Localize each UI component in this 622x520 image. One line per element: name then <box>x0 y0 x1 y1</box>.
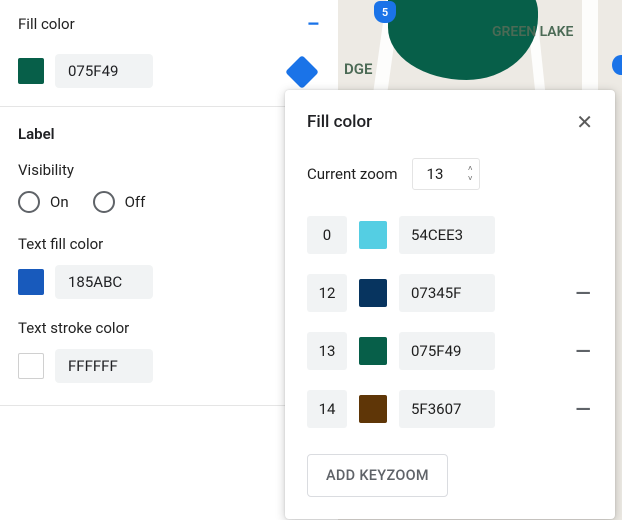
current-zoom-control: Current zoom 13 ˄ ˅ <box>307 158 593 190</box>
text-fill-label: Text fill color <box>18 235 320 253</box>
map-polygon <box>388 0 538 80</box>
remove-stop-icon[interactable]: — <box>573 397 593 421</box>
text-stroke-swatch[interactable] <box>18 353 44 379</box>
map-label-green-lake: GREEN LAKE <box>492 24 573 40</box>
zoom-stop-zoom[interactable]: 14 <box>307 390 347 428</box>
fill-color-popover: Fill color ✕ Current zoom 13 ˄ ˅ 0 54CEE3… <box>285 90 615 519</box>
zoom-stop-hex[interactable]: 54CEE3 <box>399 216 495 254</box>
zoom-stop-zoom[interactable]: 0 <box>307 216 347 254</box>
zoom-value: 13 <box>427 165 444 183</box>
text-fill-swatch[interactable] <box>18 269 44 295</box>
zoom-stop-row: 12 07345F — <box>307 274 593 312</box>
fill-color-title: Fill color <box>18 15 75 33</box>
zoom-stops-list: 0 54CEE3 12 07345F — 13 075F49 — 14 5F3607 — <box>307 216 593 428</box>
zoom-stop-zoom[interactable]: 13 <box>307 332 347 370</box>
zoom-stop-swatch[interactable] <box>359 337 387 365</box>
zoom-stop-swatch[interactable] <box>359 221 387 249</box>
radio-on-label: On <box>50 193 69 211</box>
radio-off[interactable] <box>93 191 115 213</box>
zoom-stepper[interactable]: 13 ˄ ˅ <box>412 158 480 190</box>
zoom-stop-hex[interactable]: 07345F <box>399 274 495 312</box>
collapse-icon[interactable]: − <box>307 12 321 36</box>
zoom-stop-row: 14 5F3607 — <box>307 390 593 428</box>
text-stroke-label: Text stroke color <box>18 319 320 337</box>
fill-color-value: 075F49 <box>18 54 320 88</box>
chevron-up-icon[interactable]: ˄ <box>468 165 473 173</box>
text-stroke-value: FFFFFF <box>18 349 320 383</box>
stepper-arrows[interactable]: ˄ ˅ <box>468 165 473 183</box>
add-keyzoom-button[interactable]: ADD KEYZOOM <box>307 454 448 497</box>
map-label-dge: DGE <box>344 60 372 78</box>
radio-on[interactable] <box>18 191 40 213</box>
fill-color-header[interactable]: Fill color − <box>18 8 320 40</box>
remove-stop-icon[interactable]: — <box>573 339 593 363</box>
fill-color-hex[interactable]: 075F49 <box>55 54 153 88</box>
interstate-shield: 5 <box>374 1 396 23</box>
remove-stop-icon[interactable]: — <box>573 281 593 305</box>
fill-color-swatch[interactable] <box>18 58 44 84</box>
radio-off-label: Off <box>125 193 146 211</box>
map-marker <box>612 55 622 75</box>
zoom-stop-swatch[interactable] <box>359 279 387 307</box>
visibility-label: Visibility <box>18 161 320 179</box>
zoom-stop-hex[interactable]: 075F49 <box>399 332 495 370</box>
text-fill-hex[interactable]: 185ABC <box>55 265 153 299</box>
text-stroke-hex[interactable]: FFFFFF <box>55 349 153 383</box>
zoom-stop-row: 13 075F49 — <box>307 332 593 370</box>
zoom-stop-swatch[interactable] <box>359 395 387 423</box>
chevron-down-icon[interactable]: ˅ <box>468 175 473 183</box>
popover-title: Fill color <box>307 112 372 132</box>
zoom-stop-hex[interactable]: 5F3607 <box>399 390 495 428</box>
text-fill-value: 185ABC <box>18 265 320 299</box>
label-section-title: Label <box>18 125 320 143</box>
close-icon[interactable]: ✕ <box>576 112 593 132</box>
zoom-stop-zoom[interactable]: 12 <box>307 274 347 312</box>
zoom-stop-row: 0 54CEE3 <box>307 216 593 254</box>
current-zoom-label: Current zoom <box>307 165 398 183</box>
visibility-radio-group: On Off <box>18 191 320 213</box>
